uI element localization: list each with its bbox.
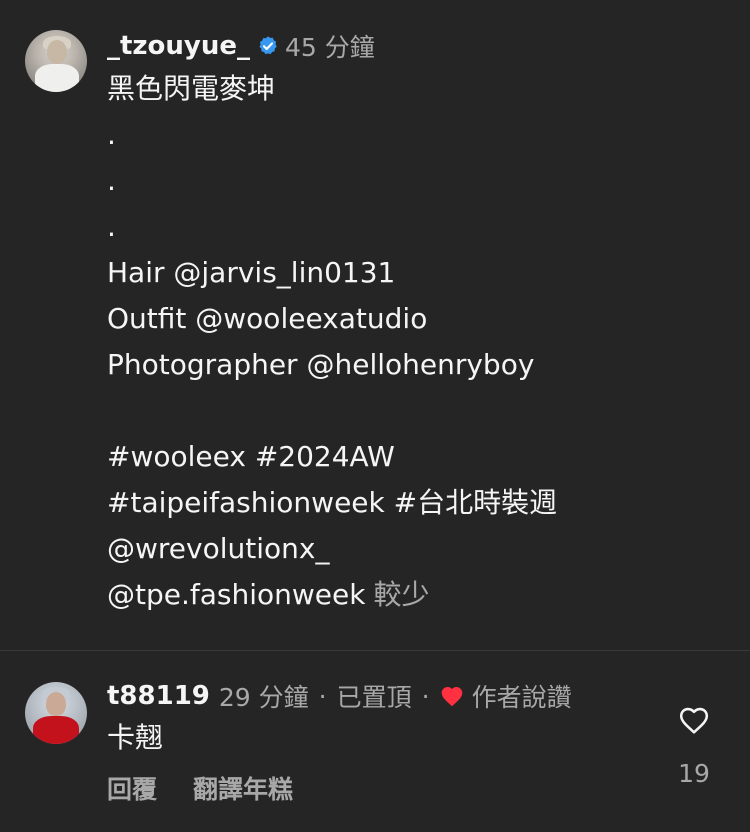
separator-dot: ·: [318, 681, 327, 711]
caption-line: .: [107, 118, 116, 151]
post-caption: _tzouyue_ 45 分鐘 黑色閃電麥坤 . . . Hair @jarvi…: [0, 0, 750, 650]
separator-dot: ·: [421, 681, 430, 711]
caption-line: .: [107, 210, 116, 243]
reply-actions: 回覆 翻譯年糕: [107, 770, 329, 806]
reply-username[interactable]: t88119: [107, 681, 210, 711]
caption-line: Photographer @hellohenryboy: [107, 348, 535, 381]
reply-author-avatar[interactable]: [25, 682, 87, 744]
divider: [0, 650, 750, 651]
caption-last-line: @tpe.fashionweek 較少: [107, 572, 727, 618]
like-column: 19: [672, 705, 716, 788]
post-header: _tzouyue_ 45 分鐘: [107, 28, 375, 64]
caption-line: @wrevolutionx_: [107, 532, 330, 565]
reply-timestamp: 29 分鐘: [218, 683, 309, 712]
caption-line: #taipeifashionweek #台北時裝週: [107, 486, 558, 519]
post-username[interactable]: _tzouyue_: [107, 31, 250, 61]
reply-button[interactable]: 回覆: [107, 770, 157, 806]
reply-text: 卡翹: [107, 721, 164, 754]
caption-line: Hair @jarvis_lin0131: [107, 256, 396, 289]
caption-line: .: [107, 164, 116, 197]
caption-line: Outfit @wooleexatudio: [107, 302, 428, 335]
author-liked-label: 作者說讚: [471, 683, 572, 712]
caption-line-text: @tpe.fashionweek: [107, 578, 366, 611]
caption-text: 黑色閃電麥坤 . . . Hair @jarvis_lin0131 Outfit…: [107, 66, 727, 618]
show-less-link[interactable]: 較少: [373, 578, 429, 611]
heart-outline-icon[interactable]: [678, 705, 710, 735]
post-author-avatar[interactable]: [25, 30, 87, 92]
verified-badge-icon: [259, 36, 277, 55]
caption-line: 黑色閃電麥坤: [107, 72, 276, 105]
pinned-label: 已置頂: [336, 683, 412, 712]
post-timestamp: 45 分鐘: [285, 33, 375, 62]
caption-line: #wooleex #2024AW: [107, 440, 395, 473]
translate-button[interactable]: 翻譯年糕: [193, 770, 293, 806]
like-count: 19: [678, 759, 710, 788]
heart-filled-icon: [441, 687, 462, 707]
reply-header: t88119 29 分鐘 · 已置頂 · 作者說讚: [107, 677, 572, 715]
